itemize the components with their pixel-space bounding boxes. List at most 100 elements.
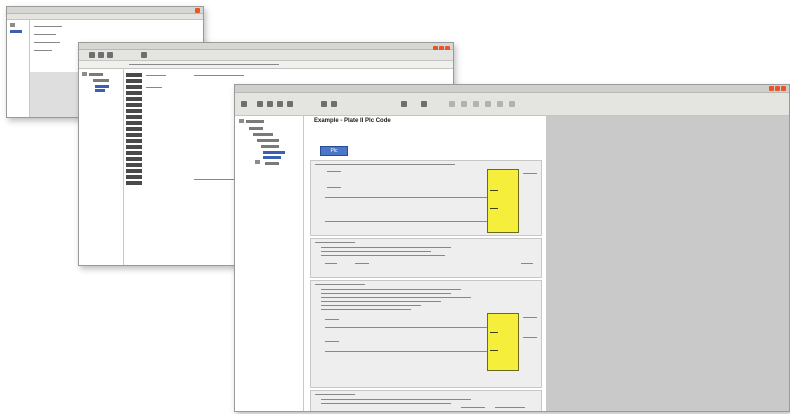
output-label [521, 263, 533, 264]
description-text [321, 297, 471, 298]
tree-item[interactable] [246, 120, 264, 123]
table-row[interactable] [126, 73, 142, 77]
function-block[interactable] [487, 169, 519, 233]
table-row[interactable] [126, 85, 142, 89]
table-row[interactable] [126, 127, 142, 131]
table-row[interactable] [126, 91, 142, 95]
window-close-icon[interactable] [195, 8, 200, 13]
tree-item[interactable] [249, 127, 263, 130]
plc-button[interactable]: Plc [320, 146, 348, 156]
description-text [315, 164, 455, 165]
tree-item[interactable] [89, 73, 103, 76]
description-text [315, 394, 355, 395]
titlebar [235, 85, 789, 93]
tree-item-selected[interactable] [95, 89, 105, 92]
table-row[interactable] [126, 157, 142, 161]
tree-item-selected[interactable] [263, 151, 285, 154]
table-row[interactable] [126, 145, 142, 149]
open-icon[interactable] [257, 101, 263, 107]
table-row[interactable] [126, 175, 142, 179]
tree-item-selected[interactable] [95, 85, 109, 88]
block-pin [490, 350, 498, 351]
code-section [310, 160, 542, 236]
window-maximize-icon[interactable] [775, 86, 780, 91]
preview-icon[interactable] [331, 101, 337, 107]
description-text [321, 305, 421, 306]
table-row[interactable] [126, 121, 142, 125]
table-row[interactable] [126, 103, 142, 107]
description-text [321, 403, 451, 404]
new-icon[interactable] [241, 101, 247, 107]
titlebar [79, 43, 453, 51]
window-close-icon[interactable] [781, 86, 786, 91]
table-row[interactable] [126, 151, 142, 155]
window-minimize-icon[interactable] [769, 86, 774, 91]
variable-label [327, 171, 341, 172]
nav-next-icon[interactable] [473, 101, 479, 107]
cell-text [146, 75, 166, 76]
zoom-icon[interactable] [497, 101, 503, 107]
table-row[interactable] [126, 163, 142, 167]
code-section [310, 280, 542, 388]
cut-icon[interactable] [277, 101, 283, 107]
function-block[interactable] [487, 313, 519, 371]
save-icon[interactable] [107, 52, 113, 58]
form-line [34, 26, 62, 27]
print-icon[interactable] [141, 52, 147, 58]
variable-label [355, 263, 369, 264]
nav-first-icon[interactable] [449, 101, 455, 107]
tree-item-selected[interactable] [263, 156, 281, 159]
table-row[interactable] [126, 169, 142, 173]
cell-text [146, 87, 162, 88]
table-row[interactable] [126, 133, 142, 137]
navigation-tree [79, 69, 124, 265]
address-bar [79, 61, 453, 69]
table-row[interactable] [126, 79, 142, 83]
table-row[interactable] [126, 139, 142, 143]
folder-icon[interactable] [255, 160, 260, 164]
table-row[interactable] [126, 109, 142, 113]
output-label [523, 337, 537, 338]
tree-item[interactable] [93, 79, 109, 82]
tree-item[interactable] [265, 162, 279, 165]
app-window-front: Example - Plate II Plc Code Plc [234, 84, 790, 412]
document-area: Example - Plate II Plc Code Plc [304, 116, 546, 411]
description-text [315, 284, 365, 285]
form-line [34, 50, 52, 51]
connection-line [325, 327, 487, 328]
description-text [321, 289, 461, 290]
stop-icon[interactable] [421, 101, 427, 107]
table-row[interactable] [126, 115, 142, 119]
table-row[interactable] [126, 181, 142, 185]
new-icon[interactable] [89, 52, 95, 58]
connection-line [325, 221, 487, 222]
tree-item[interactable] [261, 145, 279, 148]
titlebar [7, 7, 203, 14]
folder-icon[interactable] [10, 23, 15, 27]
toolbar [235, 93, 789, 116]
print-icon[interactable] [321, 101, 327, 107]
description-text [321, 247, 451, 248]
folder-icon[interactable] [82, 72, 87, 76]
settings-icon[interactable] [509, 101, 515, 107]
tree-item-selected[interactable] [10, 30, 22, 33]
variable-label [461, 407, 485, 408]
code-section [310, 238, 542, 278]
copy-icon[interactable] [287, 101, 293, 107]
run-icon[interactable] [401, 101, 407, 107]
description-text [321, 301, 441, 302]
tree-item[interactable] [253, 133, 273, 136]
nav-prev-icon[interactable] [461, 101, 467, 107]
variable-label [325, 341, 339, 342]
right-panel [546, 116, 789, 411]
table-row[interactable] [126, 97, 142, 101]
nav-last-icon[interactable] [485, 101, 491, 107]
folder-icon[interactable] [239, 119, 244, 123]
open-icon[interactable] [98, 52, 104, 58]
description-text [321, 251, 431, 252]
save-icon[interactable] [267, 101, 273, 107]
tree-item[interactable] [257, 139, 279, 142]
window-controls [769, 86, 786, 91]
navigation-tree [235, 116, 304, 411]
output-label [523, 317, 537, 318]
